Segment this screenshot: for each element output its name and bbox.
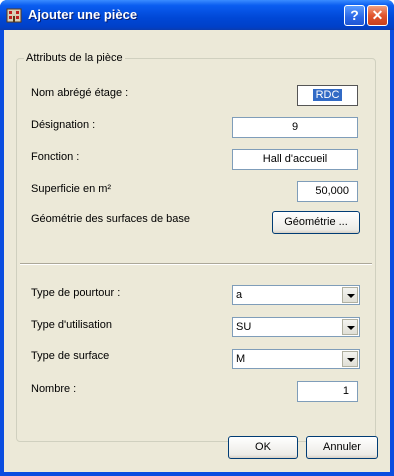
fonction-label: Fonction : — [31, 151, 80, 163]
window-title: Ajouter une pièce — [28, 7, 138, 22]
chevron-down-icon[interactable] — [342, 351, 358, 367]
nom-abrege-field[interactable]: RDC — [297, 85, 358, 106]
cancel-button[interactable]: Annuler — [306, 436, 378, 459]
chevron-down-icon[interactable] — [342, 319, 358, 335]
help-button[interactable]: ? — [344, 5, 365, 26]
nom-abrege-label: Nom abrégé étage : — [31, 87, 129, 99]
utilisation-select[interactable]: SU — [232, 317, 360, 337]
pourtour-label: Type de pourtour : — [31, 287, 121, 299]
title-bar[interactable]: Ajouter une pièce ? ✕ — [0, 0, 394, 30]
fonction-field[interactable]: Hall d'accueil — [232, 149, 358, 170]
utilisation-value: SU — [236, 321, 252, 333]
utilisation-label: Type d'utilisation — [31, 319, 112, 331]
surface-value: M — [236, 353, 246, 365]
groupbox-label: Attributs de la pièce — [24, 52, 125, 64]
dialog-window: Ajouter une pièce ? ✕ Attributs de la pi… — [0, 0, 394, 476]
dialog-client-area: Attributs de la pièce Nom abrégé étage :… — [4, 30, 390, 472]
chevron-down-icon[interactable] — [342, 287, 358, 303]
nombre-label: Nombre : — [31, 383, 77, 395]
ok-button[interactable]: OK — [228, 436, 298, 459]
nombre-field[interactable]: 1 — [297, 381, 358, 402]
pourtour-value: a — [236, 289, 243, 301]
superficie-label: Superficie en m² — [31, 183, 112, 195]
building-icon — [6, 8, 22, 23]
geometrie-button[interactable]: Géométrie ... — [272, 211, 360, 234]
surface-select[interactable]: M — [232, 349, 360, 369]
surface-label: Type de surface — [31, 350, 110, 362]
pourtour-select[interactable]: a — [232, 285, 360, 305]
nom-abrege-value: RDC — [312, 89, 343, 101]
close-button[interactable]: ✕ — [367, 5, 388, 26]
designation-field[interactable]: 9 — [232, 117, 358, 138]
separator-line — [20, 263, 372, 265]
superficie-field[interactable]: 50,000 — [297, 181, 358, 202]
geometrie-label: Géométrie des surfaces de base — [31, 213, 190, 225]
designation-label: Désignation : — [31, 119, 96, 131]
